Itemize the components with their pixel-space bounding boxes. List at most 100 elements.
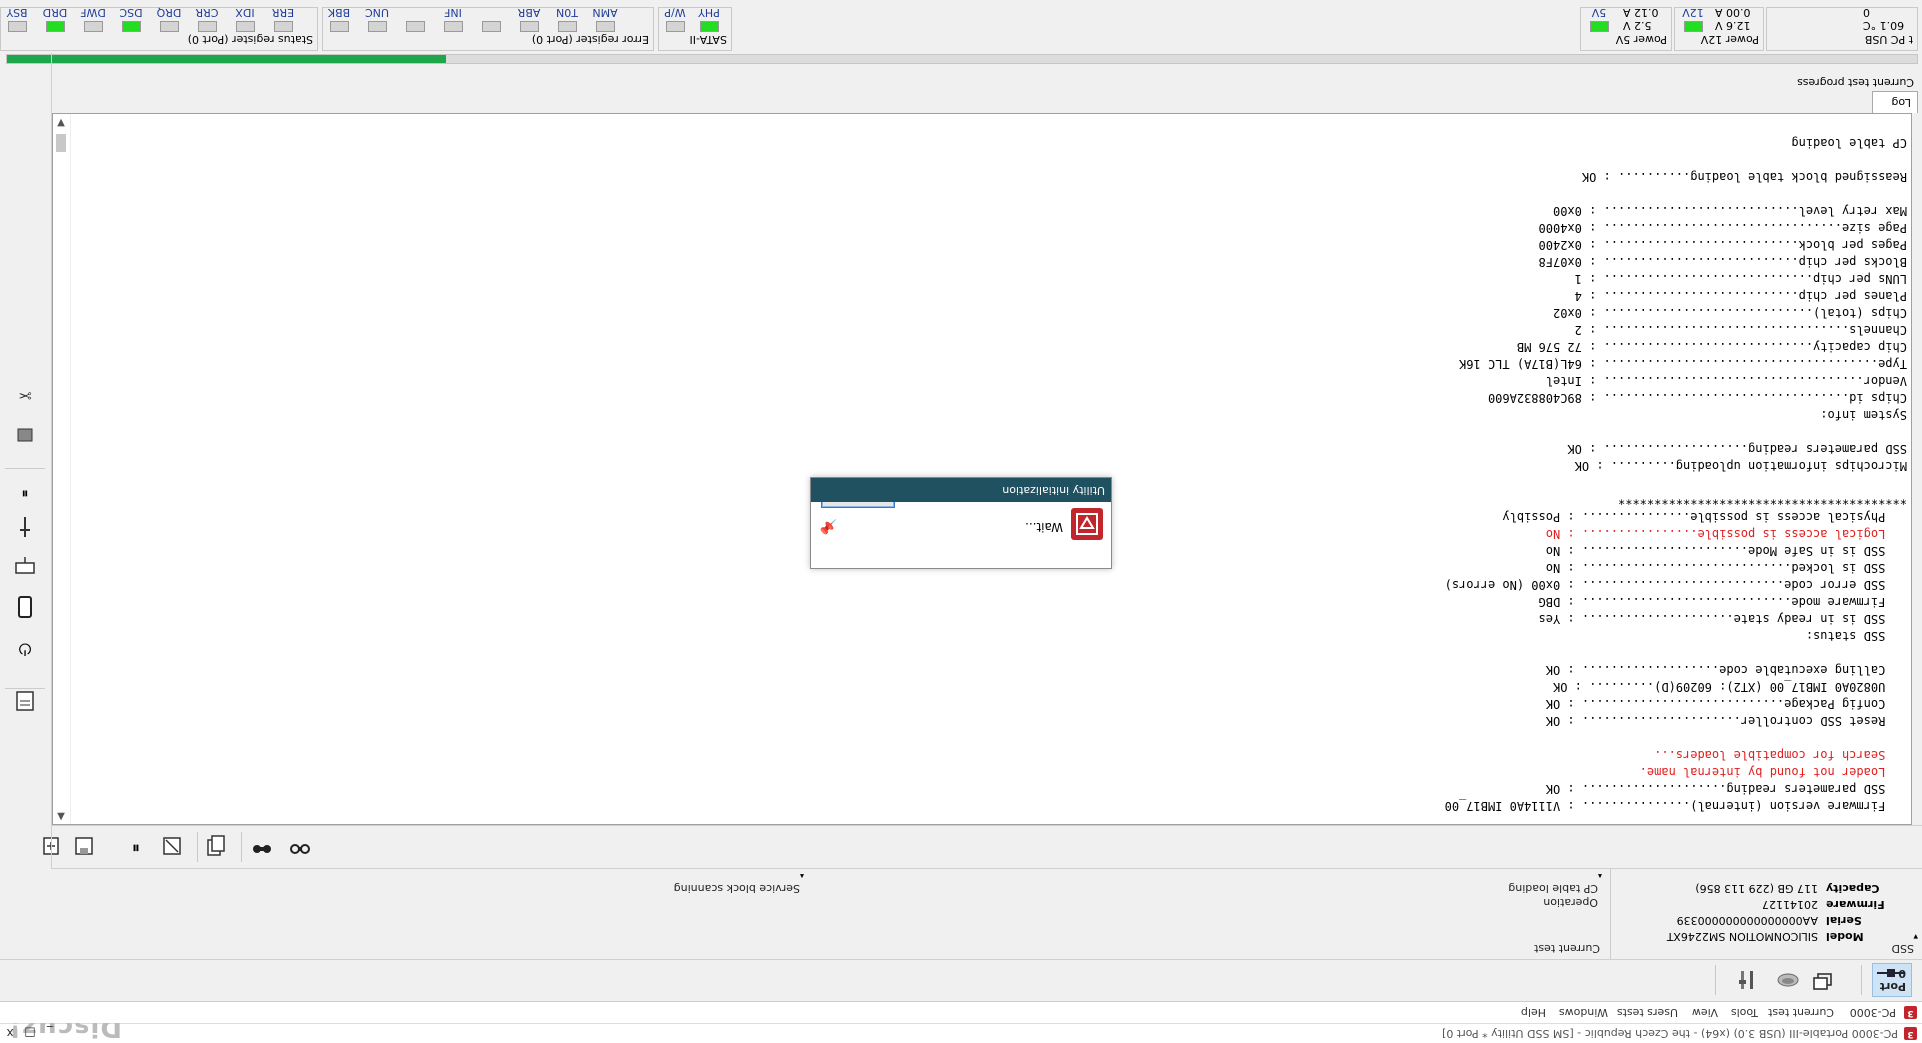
power-off-icon[interactable]: ⏻	[13, 635, 37, 659]
status-led	[236, 21, 255, 32]
menu-help[interactable]: Help	[1521, 1006, 1546, 1019]
operation-label: Operation	[1543, 896, 1598, 909]
utility-logo-icon	[1071, 508, 1103, 540]
log-line: Logical access is possible..............…	[1545, 527, 1907, 541]
power-5v-label: 5V	[1591, 6, 1607, 19]
log-line: SSD is in ready state...................…	[1538, 612, 1907, 626]
scroll-down-icon[interactable]: ▲	[55, 811, 67, 822]
log-line: Chips (total)...........................…	[1552, 306, 1907, 320]
sata-led	[666, 21, 685, 32]
current-test-caption: Current test	[1534, 942, 1600, 955]
log-line: Max retry level.........................…	[1552, 204, 1907, 218]
menu-pc3000[interactable]: PC-3000	[1850, 1006, 1896, 1019]
error-register-group: Error register (Port 0) BBK UNC INF ABR T0N A…	[322, 6, 654, 51]
sata-led	[700, 21, 719, 32]
status-led-label: CRR	[195, 6, 219, 19]
copy-icon[interactable]	[204, 834, 228, 858]
menu-tools[interactable]: Tools	[1731, 1006, 1758, 1019]
error-register-caption: Error register (Port 0)	[531, 33, 649, 46]
log-view[interactable]: CP table loading Reassigned block table l…	[52, 113, 1912, 825]
log-line: SSD status:	[1805, 629, 1907, 643]
ssd-info-panel: SSD ▾ Model SILICONMOTION SM2246XT Seria…	[1610, 869, 1922, 959]
separator	[5, 468, 45, 469]
disconnect-icon[interactable]: ✂	[13, 381, 37, 405]
log-scrollbar[interactable]: ▲ ▼	[53, 114, 71, 824]
error-led	[596, 21, 615, 32]
log-line: LUNs per chip...........................…	[1574, 272, 1907, 286]
log-line: Chips id................................…	[1487, 391, 1907, 405]
error-led-label: INF	[444, 6, 462, 19]
power-12v-voltage: 12.6 V	[1715, 19, 1751, 32]
error-led	[368, 21, 387, 32]
scrollbar-thumb[interactable]	[56, 134, 66, 152]
reset-icon[interactable]	[13, 555, 37, 579]
operation-cp-table[interactable]: CP table loading	[1508, 882, 1598, 895]
minimize-button[interactable]: _	[40, 1023, 60, 1043]
separator	[1715, 965, 1716, 995]
menu-windows[interactable]: Windows	[1559, 1006, 1608, 1019]
log-line: Search for compatible loaders...	[1654, 748, 1907, 762]
status-led-label: DRD	[42, 6, 68, 19]
port-0-button[interactable]: Port 0	[1872, 963, 1912, 997]
status-led-label: ERR	[271, 6, 295, 19]
chip-icon[interactable]	[13, 423, 37, 447]
sata-group: SATA-II W/P PHY	[658, 6, 732, 51]
save-log-icon[interactable]	[72, 834, 96, 858]
side-toolbar: ⏻ ⏸ ✂	[0, 53, 52, 869]
find-next-icon[interactable]	[288, 834, 312, 858]
sata-led-label: W/P	[664, 6, 686, 19]
log-line: Page size...............................…	[1538, 221, 1907, 235]
disk-drive-icon[interactable]	[1776, 968, 1800, 992]
log-line: Planes per chip.........................…	[1574, 289, 1907, 303]
model-value: SILICONMOTION SM2246XT	[1666, 930, 1818, 943]
menu-app-icon[interactable]: 3	[1904, 1006, 1917, 1019]
power-5v-caption: Power 5V	[1615, 33, 1667, 46]
log-line: System info:	[1820, 408, 1907, 422]
menu-view[interactable]: View	[1692, 1006, 1718, 1019]
pause-side-icon[interactable]: ⏸	[13, 477, 37, 501]
operation-service-block[interactable]: Service block scanning	[674, 882, 800, 895]
error-led-label: BBK	[327, 6, 351, 19]
serial-label: Serial	[1826, 914, 1862, 927]
current-test-panel: Current test Operation CP table loading …	[0, 869, 1608, 959]
log-line: SSD error code..........................…	[1444, 578, 1907, 592]
power-12v-group: Power 12V 12V 12.6 V 0.00 A	[1674, 6, 1764, 51]
dialog-title: Utility initialization	[1002, 484, 1105, 497]
separator	[1861, 965, 1862, 995]
menu-users-tests[interactable]: Users tests	[1617, 1006, 1678, 1019]
connector-icon[interactable]	[13, 515, 37, 539]
status-led-label: DWF	[80, 6, 106, 19]
tools-icon[interactable]	[1734, 968, 1758, 992]
error-led-label: T0N	[556, 6, 578, 19]
power-5v-led	[1590, 21, 1609, 32]
pause-icon[interactable]: ⏸	[124, 834, 148, 858]
tab-log[interactable]: Log	[1872, 91, 1918, 113]
tablet-icon[interactable]	[13, 595, 37, 619]
window-title: PC-3000 Portable-III (USB 3.0) (x64) - t…	[1442, 1027, 1898, 1040]
menu-bar: 3 PC-3000 Current test Tools View Users …	[0, 1001, 1922, 1023]
windows-icon[interactable]	[1810, 968, 1834, 992]
status-led	[160, 21, 179, 32]
error-led	[558, 21, 577, 32]
log-line: Reset SSD controller....................…	[1545, 714, 1907, 728]
error-led	[444, 21, 463, 32]
sort-arrow-icon: ▴	[799, 872, 804, 881]
capacity-label: Capacity	[1826, 882, 1880, 895]
close-button[interactable]: x	[0, 1023, 20, 1043]
log-line: SSD parameters reading..................…	[1567, 442, 1907, 456]
pin-icon[interactable]: 📌	[820, 518, 837, 534]
menu-current-test[interactable]: Current test	[1768, 1006, 1834, 1019]
log-line: Type....................................…	[1459, 357, 1907, 371]
report-icon[interactable]	[13, 689, 37, 713]
port-connector-icon	[1877, 969, 1905, 977]
maximize-button[interactable]: □	[20, 1023, 40, 1043]
error-led	[482, 21, 501, 32]
scroll-up-icon[interactable]: ▼	[55, 117, 67, 128]
clear-log-icon[interactable]	[160, 834, 184, 858]
firmware-value: 20141127	[1762, 898, 1818, 911]
log-line: Config Package..........................…	[1545, 697, 1907, 711]
log-line: CP table loading	[1791, 136, 1907, 150]
port-toolbar: Port 0	[0, 959, 1922, 1001]
power-5v-group: Power 5V 5V 5.2 V 0.12 A	[1580, 6, 1672, 51]
find-icon[interactable]	[250, 834, 274, 858]
